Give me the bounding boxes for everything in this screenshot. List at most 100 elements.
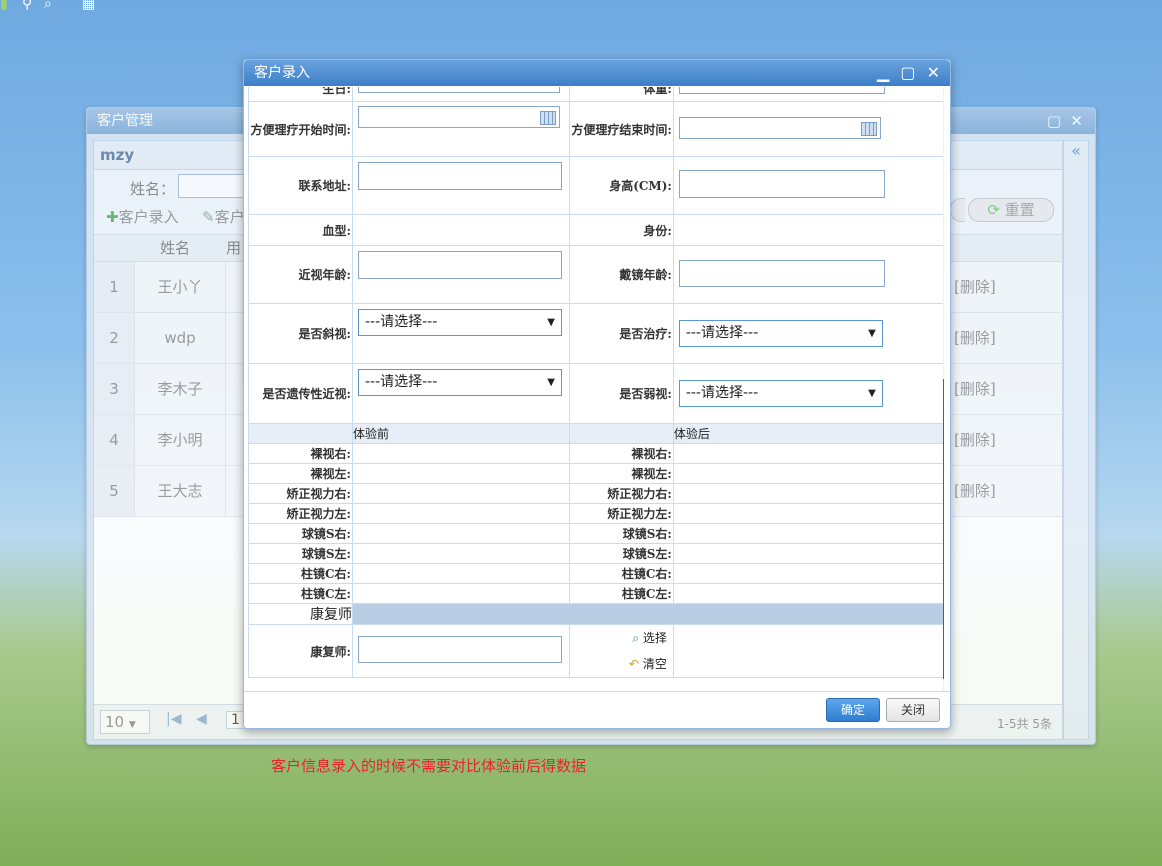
therapist-input[interactable] (357, 636, 562, 663)
vision-label: 裸视右: (568, 443, 674, 464)
myopia-age-input[interactable] (357, 251, 562, 279)
amblyopia-select[interactable]: ---请选择--- ▼ (678, 380, 883, 407)
vision-label: 裸视左: (568, 463, 674, 484)
therapy-start-label: 方便理疗开始时间: (248, 101, 353, 157)
address-label: 联系地址: (248, 156, 353, 215)
row-name: 王大志 (134, 466, 226, 516)
treated-select[interactable]: ---请选择--- ▼ (678, 320, 883, 347)
treated-label: 是否治疗: (568, 303, 674, 364)
search-icon[interactable]: ⌕ (44, 0, 52, 12)
delete-link[interactable]: [删除] (954, 313, 996, 363)
select-therapist-button[interactable]: ⌕ 选择 (570, 625, 667, 651)
birthday-input[interactable] (357, 87, 560, 93)
customer-entry-dialog: 客户录入 ▁ ▢ ✕ 生日: 体重: 方便理疗开始时间: 方便理疗结束时间: 联… (243, 59, 951, 729)
refresh-icon: ⟳ (987, 201, 1000, 219)
birthday-label: 生日: (248, 87, 353, 102)
close-icon[interactable]: ✕ (1070, 112, 1083, 130)
dropdown-arrow-icon: ▼ (868, 388, 876, 399)
therapy-end-date-input[interactable] (678, 116, 881, 139)
strabismus-select[interactable]: ---请选择--- ▼ (357, 309, 562, 336)
vision-label: 球镜S左: (568, 543, 674, 564)
calendar-icon[interactable] (539, 111, 556, 125)
row-number: 2 (94, 313, 134, 363)
vision-label: 球镜S右: (568, 523, 674, 544)
after-experience-header: 体验后 (672, 423, 944, 444)
dropdown-arrow-icon: ▼ (547, 317, 555, 328)
delete-link[interactable]: [删除] (954, 466, 996, 516)
delete-link[interactable]: [删除] (954, 364, 996, 414)
strabismus-label: 是否斜视: (248, 303, 353, 364)
user-icon[interactable]: ▮ (0, 0, 8, 12)
dropdown-arrow-icon: ▼ (547, 377, 555, 388)
therapist-section-header: 康复师 (248, 603, 353, 625)
vision-label: 球镜S左: (248, 543, 353, 564)
vision-label: 矫正视力左: (248, 503, 353, 524)
weight-input[interactable] (678, 87, 885, 94)
identity-label: 身份: (568, 214, 674, 246)
search-button[interactable] (950, 198, 965, 222)
dropdown-arrow-icon: ▼ (868, 328, 876, 339)
delete-link[interactable]: [删除] (954, 262, 996, 312)
close-icon[interactable]: ✕ (927, 63, 940, 82)
vision-label: 裸视左: (248, 463, 353, 484)
reset-button[interactable]: ⟳ 重置 (968, 198, 1054, 222)
dialog-footer: 确定 关闭 (244, 691, 950, 728)
top-toolbar: ▮ ⚲ ⌕ ▦ (0, 0, 120, 14)
user-icon[interactable]: ⚲ (22, 0, 32, 12)
clear-therapist-button[interactable]: ↶ 清空 (570, 651, 667, 677)
double-chevron-left-icon: « (1071, 141, 1081, 160)
before-experience-header: 体验前 (351, 423, 570, 444)
vision-label: 矫正视力右: (568, 483, 674, 504)
vision-label: 柱镜C右: (568, 563, 674, 584)
glasses-age-input[interactable] (678, 259, 885, 287)
page-summary: 1-5共 5条 (996, 717, 1052, 731)
maximize-icon[interactable]: ▢ (1047, 112, 1061, 130)
annotation-note: 客户信息录入的时候不需要对比体验前后得数据 (271, 757, 587, 775)
scrollbar-thumb[interactable] (943, 379, 944, 679)
vision-label: 柱镜C左: (248, 583, 353, 604)
minimize-icon[interactable]: ▁ (877, 63, 889, 82)
glasses-age-label: 戴镜年龄: (568, 245, 674, 304)
therapy-end-label: 方便理疗结束时间: (568, 101, 674, 157)
pencil-icon: ✎ (202, 208, 215, 226)
amblyopia-label: 是否弱视: (568, 363, 674, 424)
vision-label: 球镜S右: (248, 523, 353, 544)
row-number: 1 (94, 262, 134, 312)
row-name: wdp (134, 313, 226, 363)
row-number: 3 (94, 364, 134, 414)
vision-label: 柱镜C右: (248, 563, 353, 584)
height-input[interactable] (678, 170, 885, 198)
close-button[interactable]: 关闭 (886, 698, 940, 722)
add-customer-button[interactable]: ✚客户录入 (106, 206, 179, 227)
calendar-grid-icon[interactable]: ▦ (82, 0, 95, 12)
chevron-down-icon: ▼ (128, 720, 136, 730)
collapse-side-button[interactable]: « (1063, 140, 1089, 740)
prev-page-icon[interactable]: ◀ (196, 711, 207, 727)
magnifier-icon: ⌕ (632, 631, 639, 645)
vision-label: 裸视右: (248, 443, 353, 464)
delete-link[interactable]: [删除] (954, 415, 996, 465)
myopia-age-label: 近视年龄: (248, 245, 353, 304)
column-name[interactable]: 姓名 (160, 235, 190, 261)
name-label: 姓名： (130, 180, 176, 198)
column-use[interactable]: 用 (226, 235, 241, 261)
undo-arrow-icon: ↶ (628, 657, 639, 671)
confirm-button[interactable]: 确定 (826, 698, 880, 722)
address-input[interactable] (357, 162, 562, 190)
dialog-form-area[interactable]: 生日: 体重: 方便理疗开始时间: 方便理疗结束时间: 联系地址: 身高(CM)… (248, 87, 944, 691)
therapy-start-date-input[interactable] (357, 106, 560, 128)
vision-label: 矫正视力右: (248, 483, 353, 504)
edit-customer-button[interactable]: ✎客户 (202, 206, 245, 227)
page-size-select[interactable]: 10 ▼ (100, 710, 150, 734)
hereditary-myopia-select[interactable]: ---请选择--- ▼ (357, 369, 562, 396)
first-page-icon[interactable]: |◀ (166, 711, 181, 727)
calendar-icon[interactable] (860, 121, 877, 136)
name-search-input[interactable] (178, 174, 246, 198)
maximize-icon[interactable]: ▢ (900, 63, 915, 82)
row-name: 李木子 (134, 364, 226, 414)
dialog-title: 客户录入 (244, 60, 950, 86)
plus-icon: ✚ (106, 208, 119, 226)
vision-label: 矫正视力左: (568, 503, 674, 524)
vision-label: 柱镜C左: (568, 583, 674, 604)
therapist-label: 康复师: (248, 624, 353, 678)
